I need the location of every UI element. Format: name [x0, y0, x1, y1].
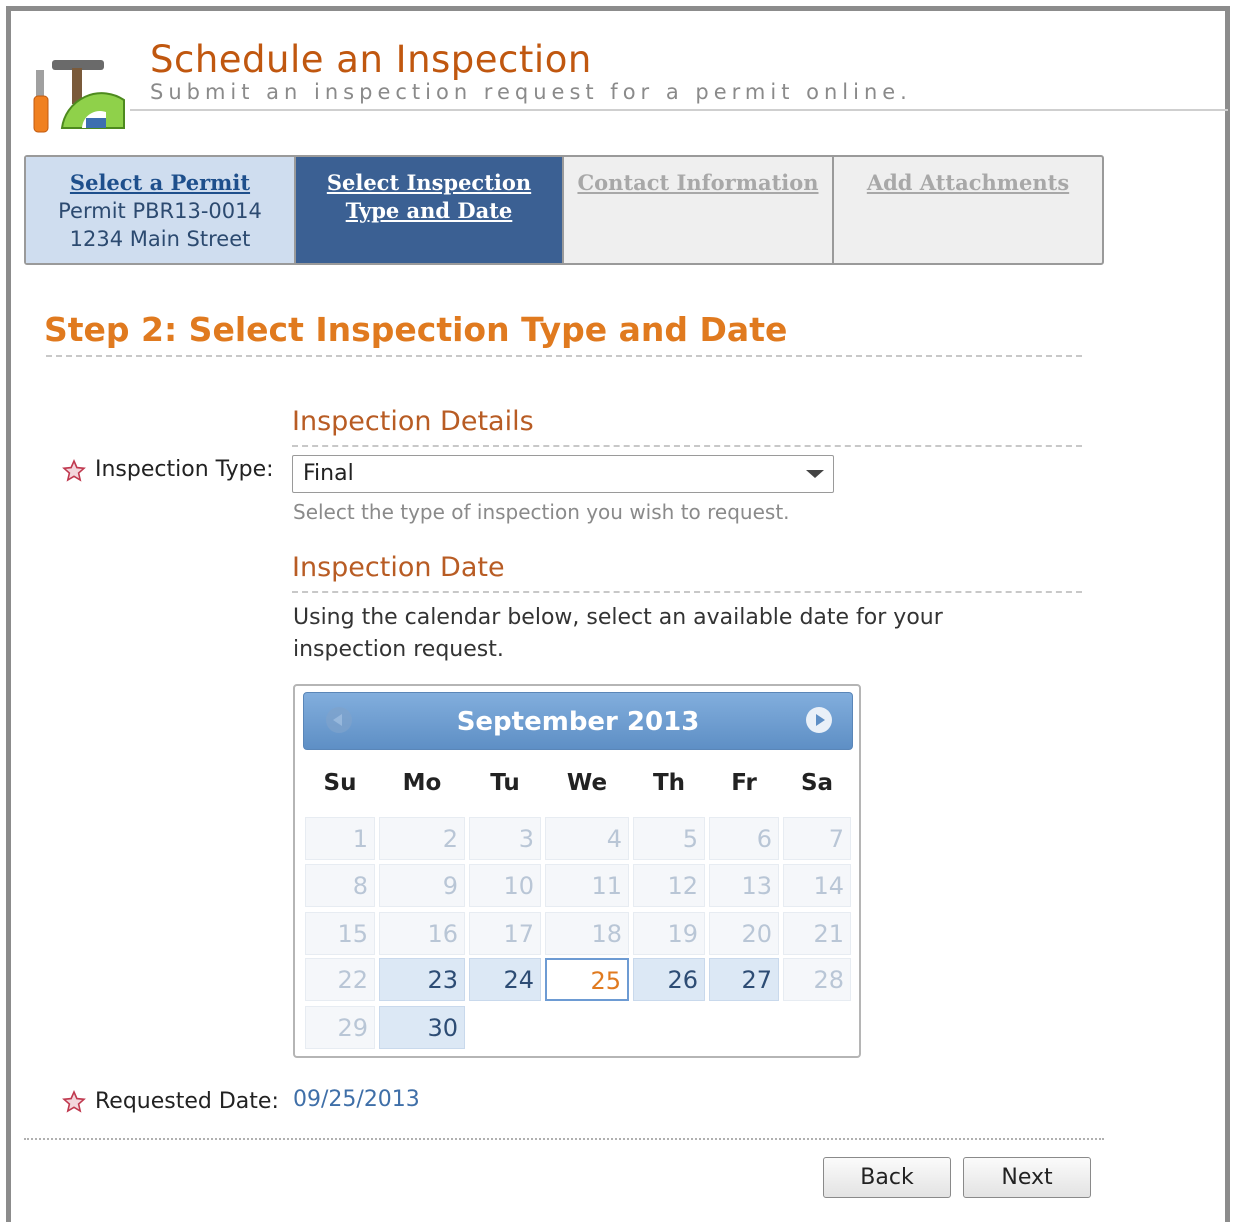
calendar-day-30[interactable]: 30	[379, 1006, 465, 1049]
calendar-day-8: 8	[305, 864, 375, 907]
calendar-day-7: 7	[783, 817, 851, 860]
calendar-day-13: 13	[709, 864, 779, 907]
inspection-type-hint: Select the type of inspection you wish t…	[293, 500, 790, 524]
step-link-contact-information: Contact Information	[577, 170, 819, 195]
inspection-type-label: Inspection Type:	[95, 457, 274, 482]
calendar-day-1: 1	[305, 817, 375, 860]
next-button[interactable]: Next	[963, 1157, 1091, 1198]
inspection-type-select[interactable]: Final	[292, 455, 834, 493]
calendar-day-17: 17	[469, 912, 541, 955]
calendar-day-24[interactable]: 24	[469, 958, 541, 1001]
header-divider	[130, 109, 1228, 111]
heading-divider	[46, 355, 1082, 357]
calendar-day-26[interactable]: 26	[633, 958, 705, 1001]
calendar-day-23[interactable]: 23	[379, 958, 465, 1001]
calendar-day-20: 20	[709, 912, 779, 955]
calendar-day-25[interactable]: 25	[545, 958, 629, 1001]
calendar-day-22: 22	[305, 958, 375, 1001]
weekday-tu: Tu	[490, 770, 520, 796]
calendar-day-21: 21	[783, 912, 851, 955]
calendar-day-11: 11	[545, 864, 629, 907]
date-instructions: Using the calendar below, select an avai…	[293, 605, 943, 662]
page-subtitle: Submit an inspection request for a permi…	[150, 80, 912, 104]
calendar-day-12: 12	[633, 864, 705, 907]
wizard-step-select-permit[interactable]: Select a Permit Permit PBR13-0014 1234 M…	[26, 157, 296, 263]
calendar-day-9: 9	[379, 864, 465, 907]
next-month-icon[interactable]	[806, 707, 832, 733]
calendar-day-2: 2	[379, 817, 465, 860]
step-heading: Step 2: Select Inspection Type and Date	[44, 310, 788, 349]
section-title-details: Inspection Details	[292, 406, 534, 437]
date-picker-calendar: September 2013 Su Mo Tu We Th Fr Sa 1234567891…	[293, 684, 861, 1058]
calendar-day-10: 10	[469, 864, 541, 907]
calendar-day-27[interactable]: 27	[709, 958, 779, 1001]
requested-date-label: Requested Date:	[95, 1089, 279, 1114]
step-link-select-permit[interactable]: Select a Permit	[70, 170, 250, 195]
weekday-su: Su	[323, 770, 357, 796]
calendar-weekday-header: Su Mo Tu We Th Fr Sa	[295, 770, 859, 800]
details-divider	[292, 445, 1082, 447]
calendar-day-18: 18	[545, 912, 629, 955]
required-star-icon	[62, 459, 86, 482]
wizard-steps: Select a Permit Permit PBR13-0014 1234 M…	[24, 155, 1104, 265]
wizard-step-add-attachments: Add Attachments	[834, 157, 1102, 263]
calendar-day-29: 29	[305, 1006, 375, 1049]
step-link-add-attachments: Add Attachments	[866, 170, 1070, 195]
calendar-day-15: 15	[305, 912, 375, 955]
section-title-date: Inspection Date	[292, 552, 505, 583]
weekday-fr: Fr	[731, 770, 757, 796]
weekday-we: We	[566, 770, 608, 796]
calendar-day-6: 6	[709, 817, 779, 860]
calendar-day-5: 5	[633, 817, 705, 860]
calendar-day-16: 16	[379, 912, 465, 955]
tools-icon	[33, 60, 125, 133]
calendar-day-19: 19	[633, 912, 705, 955]
back-button[interactable]: Back	[823, 1157, 951, 1198]
page-title: Schedule an Inspection	[150, 38, 592, 81]
required-star-icon	[62, 1090, 86, 1113]
calendar-day-14: 14	[783, 864, 851, 907]
inspection-type-value: Final	[303, 461, 354, 486]
date-divider	[292, 591, 1082, 593]
calendar-day-3: 3	[469, 817, 541, 860]
step-permit-address: 1234 Main Street	[69, 227, 251, 251]
weekday-mo: Mo	[402, 770, 442, 796]
calendar-day-4: 4	[545, 817, 629, 860]
weekday-sa: Sa	[800, 770, 834, 796]
chevron-down-icon[interactable]	[795, 456, 833, 492]
wizard-step-inspection-type-date[interactable]: Select Inspection Type and Date	[296, 157, 564, 263]
step-link-inspection-line2[interactable]: Type and Date	[346, 198, 513, 223]
weekday-th: Th	[652, 770, 686, 796]
footer-divider	[24, 1138, 1104, 1140]
calendar-month-title: September 2013	[456, 707, 700, 737]
step-link-inspection-line1[interactable]: Select Inspection	[327, 170, 531, 195]
wizard-step-contact-information: Contact Information	[564, 157, 834, 263]
calendar-header: September 2013	[303, 692, 853, 750]
requested-date-value: 09/25/2013	[293, 1087, 420, 1112]
calendar-day-28: 28	[783, 958, 851, 1001]
step-permit-number: Permit PBR13-0014	[58, 199, 262, 223]
